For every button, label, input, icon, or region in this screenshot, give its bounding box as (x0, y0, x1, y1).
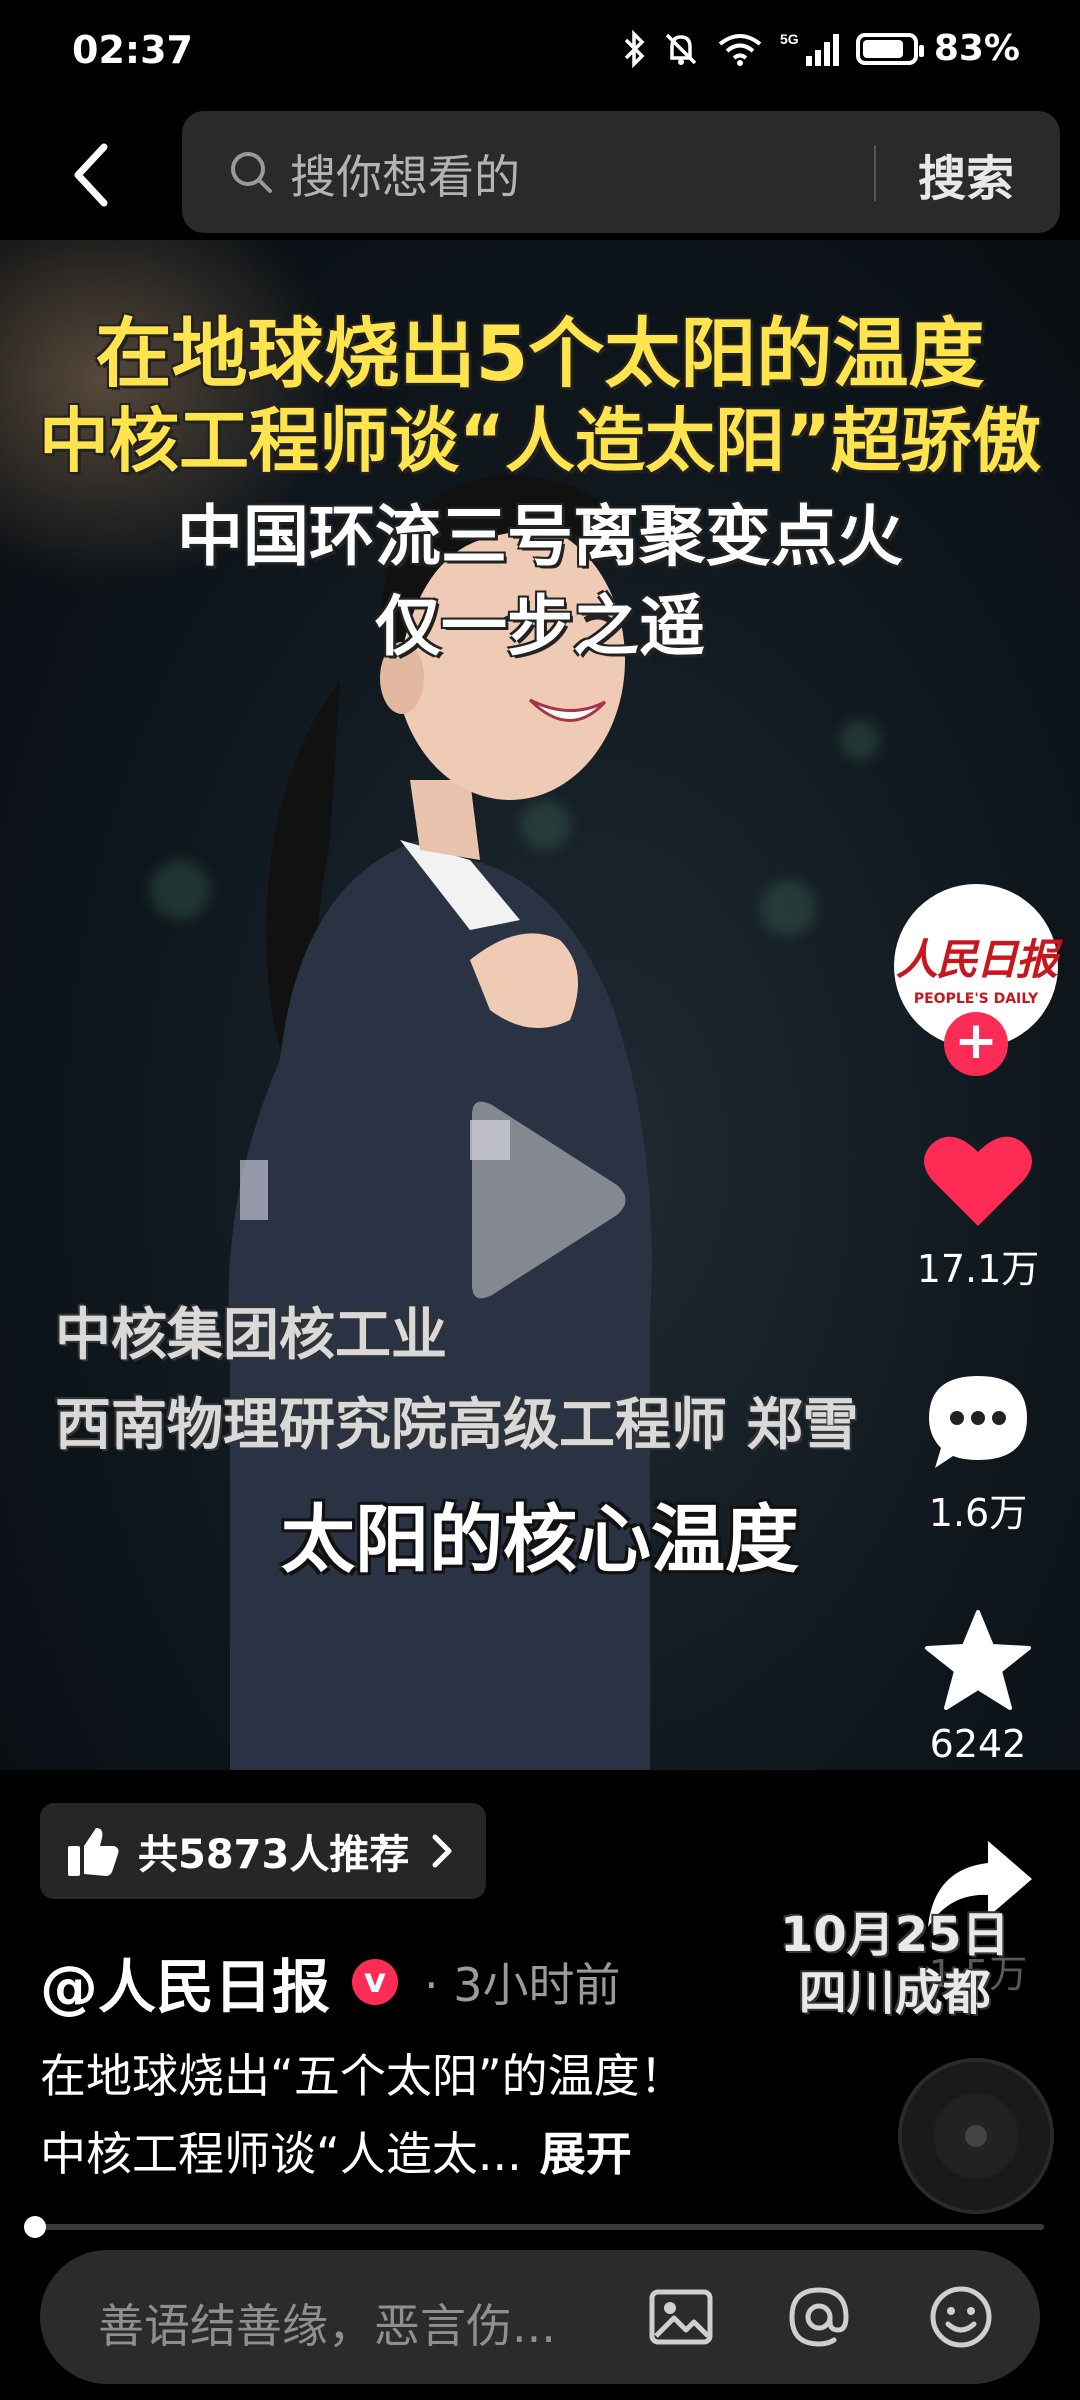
video-title-line-3: 中国环流三号离聚变点火 (177, 498, 903, 575)
svg-text:5G: 5G (780, 31, 799, 47)
top-bar: 搜你想看的 搜索 (0, 105, 1080, 240)
speaker-line-1: 中核集团核工业 (55, 1303, 447, 1368)
heart-icon (924, 1136, 1032, 1226)
post-description-text: 中核工程师谈“人造太... (40, 2127, 522, 2181)
search-icon (231, 152, 272, 193)
video-date: 10月25日 (780, 1907, 1010, 1963)
bluetooth-icon (624, 29, 645, 68)
emoji-icon[interactable] (928, 2284, 994, 2350)
expand-button[interactable]: 展开 (540, 2127, 632, 2181)
search-divider (874, 145, 876, 201)
favorite-button[interactable]: 6242 (904, 1608, 1052, 1766)
verified-icon: v (352, 1959, 399, 2005)
author-name[interactable]: @人民日报 (40, 1940, 330, 2024)
speaker-line-2: 西南物理研究院高级工程师 郑雪 (55, 1393, 859, 1458)
post-time: · 3小时前 (424, 1958, 621, 2012)
status-time: 02:37 (72, 28, 193, 72)
video-date-location: 10月25日 四川成都 (780, 1906, 1010, 2022)
status-icons: 5G 83% (622, 28, 1020, 69)
recommend-pill[interactable]: 共5873人推荐 (40, 1803, 486, 1899)
music-disc-icon[interactable] (902, 2062, 1050, 2210)
like-button[interactable]: 17.1万 (904, 1130, 1052, 1293)
5g-signal-icon: 5G (780, 31, 839, 66)
at-mention-icon[interactable] (786, 2284, 852, 2350)
post-description-line-2: 中核工程师谈“人造太... 展开 (40, 2118, 632, 2184)
avatar-logo-subtext: PEOPLE'S DAILY (913, 990, 1039, 1007)
thumbs-up-icon (68, 1828, 119, 1876)
favorite-count: 6242 (929, 1722, 1027, 1766)
search-placeholder: 搜你想看的 (290, 150, 520, 204)
play-icon[interactable] (452, 1095, 632, 1305)
recommend-label: 共5873人推荐 (138, 1832, 410, 1878)
status-bar: 02:37 5G 83% (0, 0, 1080, 105)
battery-level (862, 39, 903, 58)
battery-icon (855, 32, 924, 65)
search-input[interactable]: 搜你想看的 搜索 (182, 111, 1060, 233)
video-progress-bar[interactable] (34, 2224, 1044, 2230)
follow-plus-button[interactable]: + (944, 1012, 1008, 1076)
chevron-right-icon (432, 1834, 452, 1868)
avatar-logo-text: 人民日报 (895, 934, 1058, 984)
battery-percent: 83% (933, 28, 1020, 69)
search-button[interactable]: 搜索 (918, 139, 1014, 209)
image-icon[interactable] (648, 2284, 714, 2350)
comment-count: 1.6万 (928, 1491, 1028, 1535)
video-progress-thumb[interactable] (24, 2216, 46, 2238)
comment-button[interactable]: 1.6万 (904, 1370, 1052, 1537)
comment-input[interactable]: 善语结善缘，恶言伤... (40, 2250, 1040, 2384)
comment-icon (929, 1376, 1027, 1468)
wifi-icon (718, 33, 762, 66)
star-icon (925, 1610, 1031, 1710)
author-row: @人民日报 v · 3小时前 (40, 1940, 621, 2024)
video-location: 四川成都 (798, 1965, 991, 2021)
video-title-line-2: 中核工程师谈“人造太阳”超骄傲 (38, 400, 1041, 482)
mute-bell-icon (665, 33, 697, 65)
like-count: 17.1万 (916, 1247, 1040, 1291)
back-icon[interactable] (62, 135, 122, 215)
video-title-line-4: 仅一步之遥 (375, 588, 705, 665)
post-description-line-1: 在地球烧出“五个太阳”的温度！ (40, 2049, 686, 2103)
comment-placeholder: 善语结善缘，恶言伤... (98, 2299, 556, 2353)
